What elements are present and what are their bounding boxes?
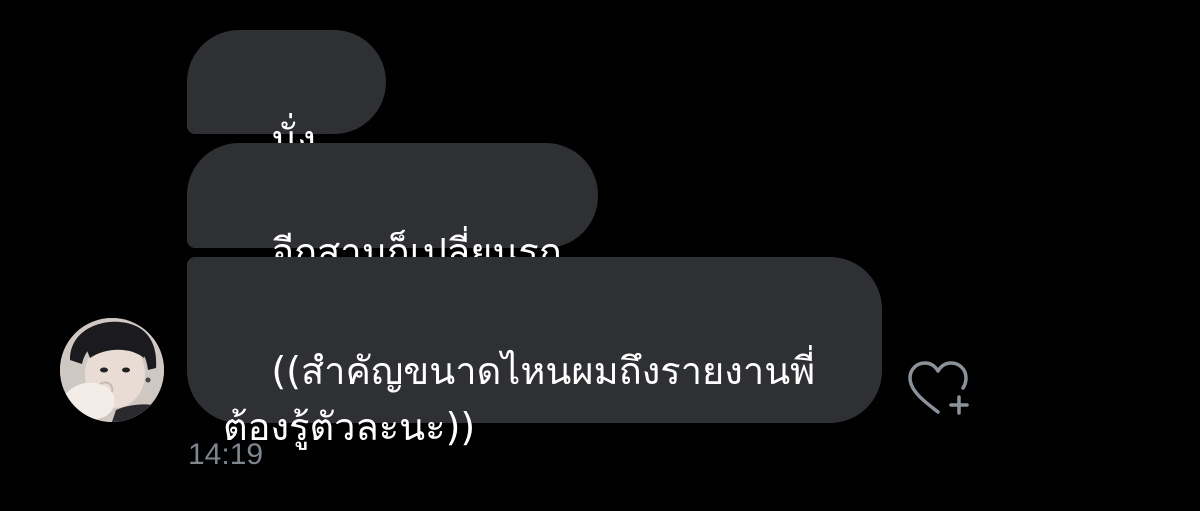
message-timestamp: 14:19 [188, 438, 264, 471]
message-bubble[interactable]: นั่งแล้ว [187, 30, 386, 215]
message-bubble[interactable]: ((สำคัญขนาดไหนผมถึงรายงานพี่ ต้องรู้ตัวล… [187, 257, 882, 449]
message-bubble[interactable]: อีกสามก็เปลี่ยนรถ [187, 143, 598, 274]
heart-plus-icon [908, 361, 969, 415]
message-text: ((สำคัญขนาดไหนผมถึงรายงานพี่ ต้องรู้ตัวล… [223, 349, 816, 449]
avatar[interactable] [60, 318, 164, 422]
avatar-image [60, 318, 164, 422]
react-button[interactable] [906, 360, 976, 420]
